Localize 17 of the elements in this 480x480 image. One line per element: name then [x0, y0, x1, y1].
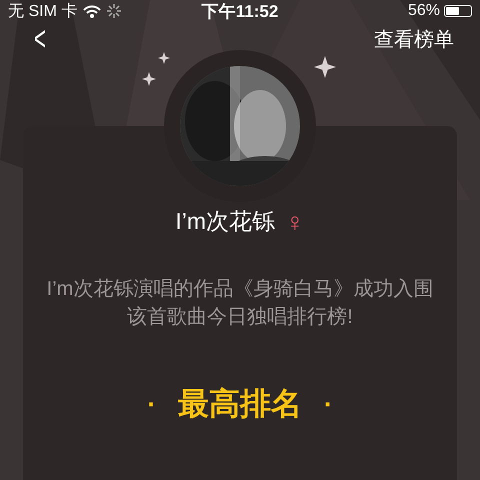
carrier-text: 无 SIM 卡 — [8, 2, 78, 22]
description-text: I’m次花铄演唱的作品《身骑白马》成功入围该首歌曲今日独唱排行榜! — [46, 277, 434, 330]
dot-mark: · — [147, 388, 156, 420]
sparkle-icon — [142, 72, 156, 86]
wifi-icon — [83, 4, 102, 18]
female-sign: ♀ — [285, 208, 305, 234]
battery-icon — [444, 5, 472, 17]
sparkle-icon — [314, 56, 336, 78]
view-chart-link[interactable]: 查看榜单 — [374, 26, 454, 52]
dot-mark: · — [324, 388, 333, 420]
clock-text: 下午11:52 — [202, 0, 278, 22]
loading-icon — [107, 4, 122, 18]
singer-name: I’m次花铄 — [175, 207, 276, 236]
back-button[interactable]: < — [34, 22, 46, 56]
rank-title: 最高排名 — [178, 385, 302, 423]
sparkle-icon — [158, 52, 170, 64]
battery-percent: 56% — [408, 2, 440, 20]
